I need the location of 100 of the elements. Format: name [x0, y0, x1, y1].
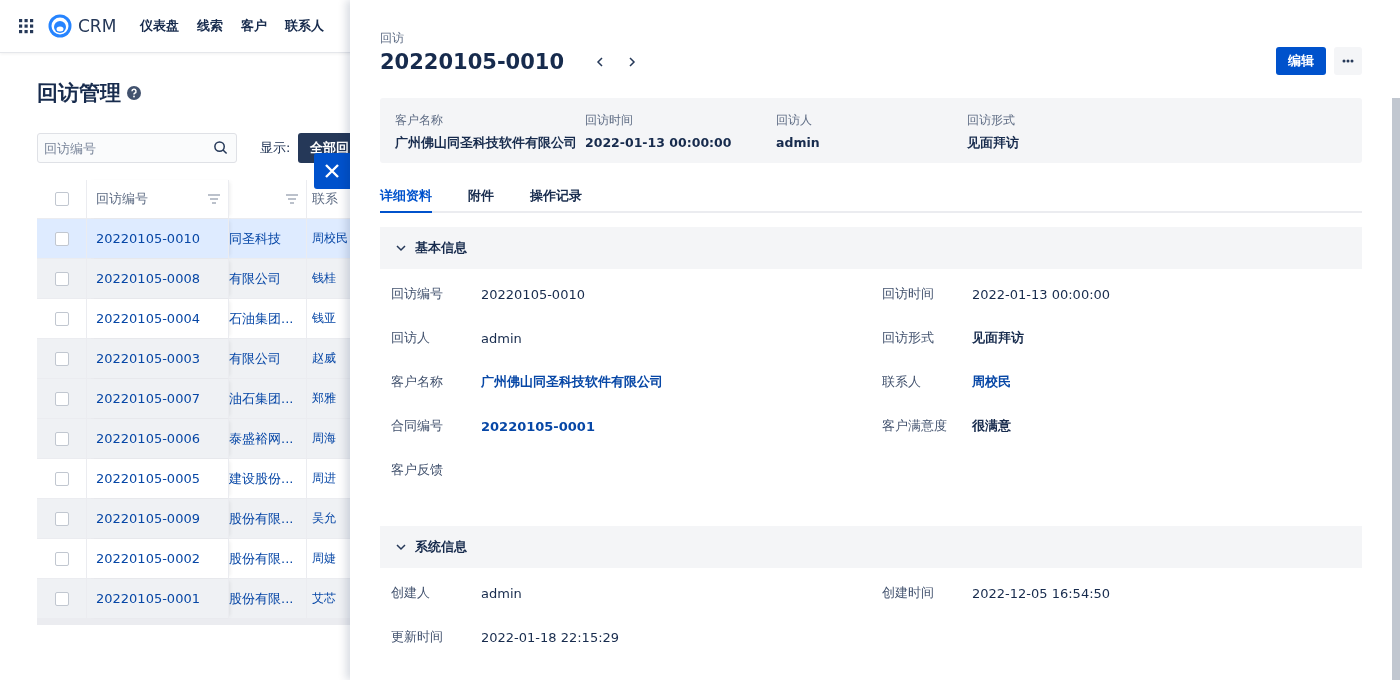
field-value: 2022-01-13 00:00:00 — [972, 286, 1111, 302]
field-label: 回访形式 — [882, 329, 935, 347]
field-label: 客户反馈 — [391, 461, 444, 479]
field-link[interactable]: 周校民 — [972, 373, 1011, 391]
field-label: 创建时间 — [882, 584, 935, 602]
record-link[interactable]: 20220105-0005 — [96, 471, 200, 486]
summary-value: 见面拜访 — [967, 135, 1020, 152]
checkbox[interactable] — [54, 351, 69, 366]
drawer-title: 20220105-0010 — [380, 50, 565, 74]
field-link[interactable]: 广州佛山同圣科技软件有限公司 — [481, 373, 663, 391]
contact-link[interactable]: 艾芯 — [312, 590, 336, 607]
more-button[interactable] — [1334, 47, 1362, 75]
contact-link[interactable]: 周婕 — [312, 550, 336, 567]
contact-link[interactable]: 赵威 — [312, 350, 336, 367]
checkbox[interactable] — [54, 271, 69, 286]
customer-link[interactable]: 有限公司 — [229, 269, 281, 288]
chevron-icon[interactable] — [395, 242, 407, 254]
nav-item[interactable]: 线索 — [197, 17, 224, 35]
customer-link[interactable]: 有限公司 — [229, 349, 281, 368]
column-header: 回访编号 — [96, 190, 148, 208]
record-link[interactable]: 20220105-0010 — [96, 231, 200, 246]
tab[interactable]: 操作记录 — [530, 187, 582, 213]
filter-icon[interactable] — [208, 194, 220, 204]
field-label: 创建人 — [391, 584, 431, 602]
section-title: 系统信息 — [415, 538, 467, 556]
contact-link[interactable]: 周进 — [312, 470, 336, 487]
help-icon[interactable] — [127, 86, 141, 100]
record-link[interactable]: 20220105-0003 — [96, 351, 200, 366]
field-label: 客户满意度 — [882, 417, 948, 435]
close-button[interactable] — [314, 153, 350, 189]
contact-link[interactable]: 吴允 — [312, 510, 336, 527]
summary-value: admin — [776, 135, 821, 150]
field-value: admin — [481, 330, 522, 346]
checkbox[interactable] — [54, 192, 69, 206]
customer-link[interactable]: 泰盛裕网... — [229, 429, 294, 448]
page-title: 回访管理 — [37, 80, 121, 107]
logo-icon — [48, 14, 72, 38]
customer-link[interactable]: 股份有限... — [229, 589, 294, 608]
customer-link[interactable]: 同圣科技 — [229, 229, 281, 248]
customer-link[interactable]: 建设股份... — [229, 469, 294, 488]
drawer-subtitle: 回访 — [380, 30, 405, 47]
field-value: 2022-12-05 16:54:50 — [972, 585, 1111, 601]
customer-link[interactable]: 油石集团... — [229, 389, 294, 408]
tab[interactable]: 详细资料 — [380, 187, 432, 213]
field-value: 20220105-0010 — [481, 286, 585, 302]
section-title: 基本信息 — [415, 239, 467, 257]
summary-label: 回访人 — [776, 112, 813, 129]
checkbox[interactable] — [54, 591, 69, 606]
field-label: 更新时间 — [391, 628, 444, 646]
field-label: 客户名称 — [391, 373, 444, 391]
checkbox[interactable] — [54, 391, 69, 406]
record-link[interactable]: 20220105-0006 — [96, 431, 200, 446]
checkbox[interactable] — [54, 511, 69, 526]
summary-value: 2022-01-13 00:00:00 — [585, 135, 733, 150]
contact-link[interactable]: 周校民 — [312, 230, 348, 247]
search-field[interactable]: 回访编号 — [37, 133, 237, 163]
customer-link[interactable]: 股份有限... — [229, 509, 294, 528]
contact-link[interactable]: 周海 — [312, 430, 336, 447]
summary-label: 回访时间 — [585, 112, 634, 129]
field-label: 合同编号 — [391, 417, 444, 435]
scrollbar[interactable] — [1392, 98, 1400, 680]
summary-label: 客户名称 — [395, 112, 444, 129]
filter-label: 显示: — [260, 139, 291, 157]
record-link[interactable]: 20220105-0004 — [96, 311, 200, 326]
chevron-icon[interactable] — [395, 541, 407, 553]
section-header[interactable]: 基本信息 — [380, 227, 1362, 269]
record-link[interactable]: 20220105-0001 — [96, 591, 200, 606]
nav-item[interactable]: 联系人 — [285, 17, 325, 35]
field-label: 回访人 — [391, 329, 431, 347]
search-icon[interactable] — [213, 140, 228, 155]
checkbox[interactable] — [54, 231, 69, 246]
checkbox[interactable] — [54, 471, 69, 486]
field-value: 2022-01-18 22:15:29 — [481, 629, 620, 645]
checkbox[interactable] — [54, 431, 69, 446]
field-value: 见面拜访 — [972, 329, 1024, 347]
record-link[interactable]: 20220105-0002 — [96, 551, 200, 566]
field-value: admin — [481, 585, 522, 601]
more-icon — [1342, 59, 1354, 63]
nav-item[interactable]: 仪表盘 — [140, 17, 180, 35]
filter-icon[interactable] — [286, 194, 298, 204]
contact-link[interactable]: 郑雅 — [312, 390, 336, 407]
nav-item[interactable]: 客户 — [241, 17, 268, 35]
record-link[interactable]: 20220105-0007 — [96, 391, 200, 406]
contact-link[interactable]: 钱亚 — [312, 310, 336, 327]
field-label: 回访时间 — [882, 285, 935, 303]
edit-button[interactable]: 编辑 — [1276, 47, 1326, 75]
contact-link[interactable]: 钱桂 — [312, 270, 336, 287]
customer-link[interactable]: 股份有限... — [229, 549, 294, 568]
checkbox[interactable] — [54, 551, 69, 566]
summary-label: 回访形式 — [967, 112, 1016, 129]
customer-link[interactable]: 石油集团... — [229, 309, 294, 328]
field-link[interactable]: 20220105-0001 — [481, 418, 595, 434]
field-label: 回访编号 — [391, 285, 444, 303]
field-value: 很满意 — [972, 417, 1011, 435]
tab[interactable]: 附件 — [468, 187, 494, 213]
record-link[interactable]: 20220105-0008 — [96, 271, 200, 286]
record-link[interactable]: 20220105-0009 — [96, 511, 200, 526]
section-header[interactable]: 系统信息 — [380, 526, 1362, 568]
checkbox[interactable] — [54, 311, 69, 326]
apps-grid-icon[interactable] — [18, 18, 34, 34]
